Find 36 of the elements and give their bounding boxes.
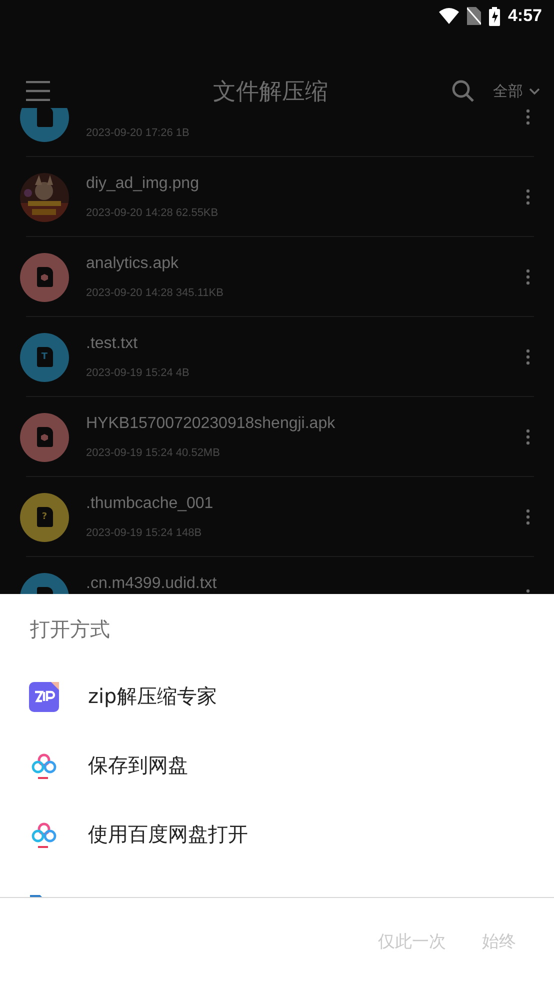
- more-icon[interactable]: [526, 349, 530, 365]
- sheet-title: 打开方式: [30, 616, 111, 643]
- more-icon[interactable]: [526, 269, 530, 285]
- menu-button[interactable]: [26, 81, 50, 101]
- more-icon[interactable]: [526, 189, 530, 205]
- search-button[interactable]: [451, 79, 475, 103]
- file-name: .thumbcache_001: [86, 494, 214, 513]
- file-meta: 2023-09-19 15:24 148B: [86, 526, 203, 540]
- app-option[interactable]: 使用百度网盘打开: [88, 821, 248, 848]
- file-name: .cn.m4399.udid.txt: [86, 574, 218, 593]
- file-type-icon: T: [20, 332, 69, 382]
- file-type-icon: [20, 412, 69, 462]
- chevron-down-icon: [529, 88, 540, 94]
- filter-dropdown[interactable]: 全部: [493, 82, 540, 100]
- file-type-icon: [20, 252, 69, 302]
- wifi-icon: [438, 8, 459, 24]
- file-name: analytics.apk: [86, 254, 180, 273]
- file-meta: 2023-09-20 17:26 1B: [86, 126, 190, 140]
- more-icon[interactable]: [526, 429, 530, 445]
- file-meta: 2023-09-20 14:28 62.55KB: [86, 206, 220, 220]
- no-sim-icon: [466, 7, 481, 25]
- file-meta: 2023-09-19 15:24 40.52MB: [86, 446, 221, 460]
- file-meta: 2023-09-19 15:24 4B: [86, 366, 190, 380]
- status-time: 4:57: [508, 6, 542, 26]
- more-icon[interactable]: [526, 509, 530, 525]
- zip-app-icon: [29, 682, 59, 712]
- file-type-icon: ?: [20, 492, 69, 542]
- app-title: 文件解压缩: [212, 78, 329, 106]
- file-name: HYKB15700720230918shengji.apk: [86, 414, 336, 433]
- file-name: diy_ad_img.png: [86, 174, 200, 193]
- battery-charging-icon: [488, 6, 500, 26]
- more-icon[interactable]: [526, 109, 530, 125]
- app-option[interactable]: 保存到网盘: [88, 752, 188, 779]
- file-name: .test.txt: [86, 334, 139, 353]
- app-option[interactable]: zip解压缩专家: [88, 683, 217, 710]
- file-meta: 2023-09-20 14:28 345.11KB: [86, 286, 224, 300]
